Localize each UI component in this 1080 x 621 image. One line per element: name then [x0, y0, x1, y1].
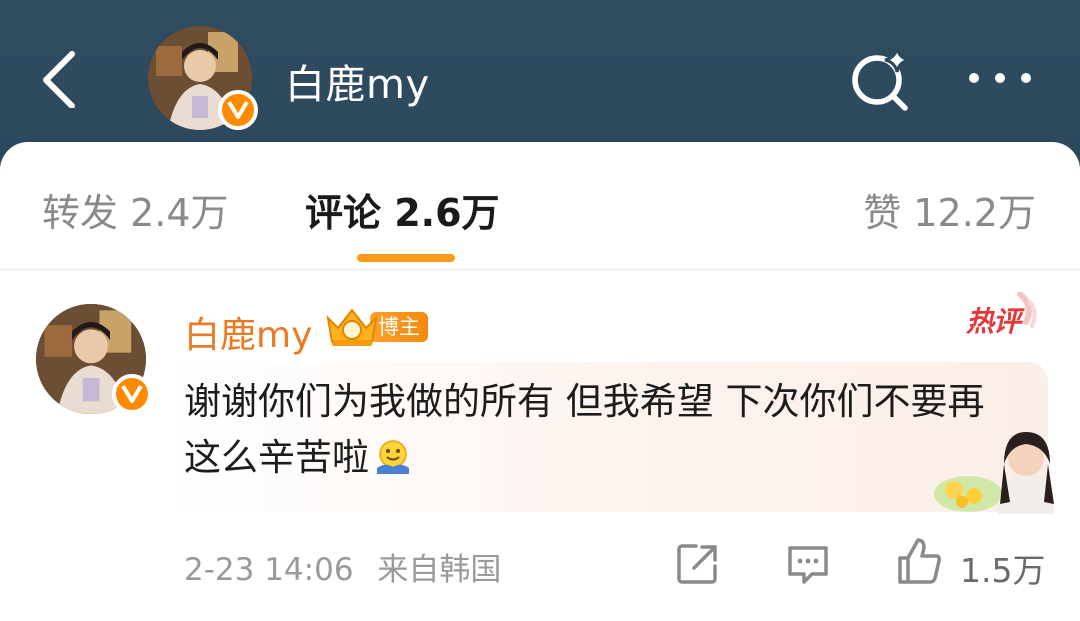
thumbs-up-icon — [898, 538, 941, 584]
chevron-left-icon — [43, 51, 75, 109]
comment-avatar[interactable] — [36, 304, 152, 414]
more-options-button[interactable] — [965, 60, 1035, 96]
more-dot-icon — [969, 73, 979, 83]
blogger-badge: 博主 — [322, 304, 430, 348]
verified-badge-icon — [112, 374, 152, 414]
comment-body: 谢谢你们为我做的所有 但我希望 下次你们不要再这么辛苦啦 — [184, 380, 985, 479]
verified-badge-icon — [218, 90, 258, 130]
header-title[interactable]: 白鹿my — [285, 52, 430, 110]
search-button[interactable] — [845, 44, 915, 114]
tab-comments[interactable]: 评论 2.6万 — [305, 182, 500, 237]
back-button[interactable] — [36, 48, 86, 109]
like-count: 1.5万 — [960, 551, 1046, 590]
share-button[interactable] — [676, 542, 720, 586]
like-button[interactable] — [894, 536, 944, 586]
comment-source: 来自韩国 — [377, 552, 502, 588]
reply-button[interactable] — [786, 542, 830, 586]
comment-timestamp: 2-23 14:06 — [184, 552, 354, 588]
hot-comment-label: 热评 — [966, 305, 1021, 338]
search-sparkle-icon — [852, 47, 910, 111]
comments-panel: 转发 2.4万 评论 2.6万 赞 12.2万 白鹿my 博主 热评 谢谢你们为… — [0, 142, 1080, 621]
more-dot-icon — [1021, 73, 1031, 83]
more-dot-icon — [995, 73, 1005, 83]
comment-bubble-icon — [788, 546, 828, 584]
share-icon — [677, 544, 717, 584]
comment-text[interactable]: 谢谢你们为我做的所有 但我希望 下次你们不要再这么辛苦啦 — [184, 374, 1014, 486]
comment-meta: 2-23 14:06 来自韩国 — [184, 544, 501, 589]
decorative-portrait-sticker — [934, 432, 1054, 514]
top-bar: 白鹿my — [0, 0, 1080, 160]
header-avatar[interactable] — [148, 26, 258, 130]
smile-emoji-icon — [373, 436, 413, 476]
hot-comment-tag: 热评 — [960, 292, 1040, 340]
active-tab-indicator — [357, 254, 455, 262]
crown-icon — [326, 308, 378, 346]
comment-author-name[interactable]: 白鹿my — [184, 306, 312, 358]
tab-bar: 转发 2.4万 评论 2.6万 赞 12.2万 — [0, 142, 1080, 270]
tab-likes[interactable]: 赞 12.2万 — [863, 182, 1036, 237]
tab-reposts[interactable]: 转发 2.4万 — [42, 182, 229, 237]
